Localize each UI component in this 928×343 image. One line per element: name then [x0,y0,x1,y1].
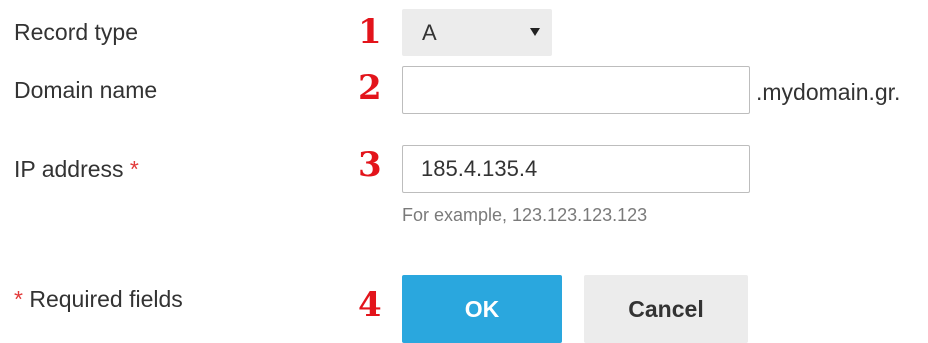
required-fields-note: * Required fields [14,285,183,313]
domain-suffix: .mydomain.gr. [756,79,901,105]
step-marker-4: 4 [358,285,382,325]
step-marker-3: 3 [358,145,382,185]
record-type-label-text: Record type [14,19,139,45]
record-type-selected-value: A [422,20,437,45]
step-marker-1: 1 [358,12,382,52]
ok-button[interactable]: OK [402,275,562,343]
cancel-button[interactable]: Cancel [584,275,748,343]
ip-address-label: IP address * [14,155,139,183]
ip-address-label-text: IP address [14,156,124,182]
ip-address-hint: For example, 123.123.123.123 [402,205,648,225]
step-marker-2: 2 [358,68,382,108]
record-type-select[interactable]: A [402,9,552,56]
required-note-star: * [14,286,23,312]
caret-down-icon [530,28,540,36]
record-type-label: Record type [14,18,138,46]
domain-name-label: Domain name [14,76,157,104]
domain-name-label-text: Domain name [14,77,158,103]
required-star: * [129,156,139,182]
required-note-text: Required fields [29,286,183,312]
domain-name-input[interactable] [402,66,750,114]
ip-address-input[interactable] [402,145,750,193]
